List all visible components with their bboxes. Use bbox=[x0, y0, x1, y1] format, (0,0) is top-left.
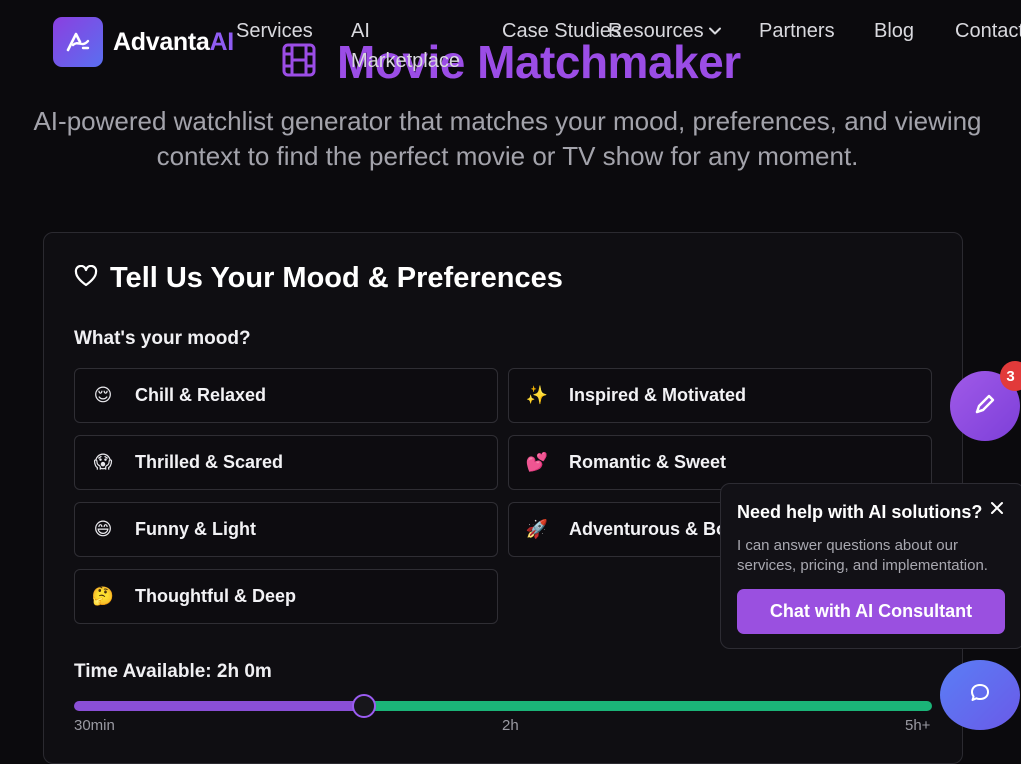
mood-label: What's your mood? bbox=[74, 328, 251, 349]
mood-option-label: Chill & Relaxed bbox=[135, 385, 267, 405]
page-subtitle: AI-powered watchlist generator that matc… bbox=[33, 106, 982, 171]
relieved-face-icon: 😌 bbox=[93, 385, 113, 405]
grinning-face-icon: 😄 bbox=[93, 519, 113, 539]
heart-icon bbox=[74, 262, 98, 295]
mood-option-inspired[interactable]: ✨ Inspired & Motivated bbox=[508, 368, 932, 423]
pencil-icon bbox=[972, 391, 998, 422]
two-hearts-icon: 💕 bbox=[525, 452, 549, 472]
mood-option-chill[interactable]: 😌 Chill & Relaxed bbox=[74, 368, 498, 423]
rocket-icon: 🚀 bbox=[525, 519, 549, 539]
mood-option-thrilled[interactable]: 😱 Thrilled & Scared bbox=[74, 435, 498, 490]
chat-help-popup: Need help with AI solutions? I can answe… bbox=[720, 483, 1021, 649]
nav-blog[interactable]: Blog bbox=[874, 16, 914, 46]
nav-case-studies[interactable]: Case Studies bbox=[502, 16, 622, 46]
time-slider-thumb[interactable] bbox=[352, 694, 376, 718]
sparkles-icon: ✨ bbox=[525, 385, 549, 405]
close-icon[interactable] bbox=[987, 498, 1007, 518]
time-slider-max-label: 5h+ bbox=[905, 717, 931, 734]
nav-partners[interactable]: Partners bbox=[759, 16, 835, 46]
mood-option-label: Funny & Light bbox=[135, 519, 256, 539]
preferences-title: Tell Us Your Mood & Preferences bbox=[74, 262, 563, 295]
chat-popup-body: I can answer questions about our service… bbox=[737, 537, 988, 574]
time-slider-min-label: 30min bbox=[74, 717, 115, 734]
mood-option-label: Thrilled & Scared bbox=[135, 452, 284, 472]
time-slider-mid-label: 2h bbox=[502, 717, 519, 734]
chat-bubble-icon bbox=[968, 681, 992, 710]
mood-option-romantic[interactable]: 💕 Romantic & Sweet bbox=[508, 435, 932, 490]
nav-ai-marketplace[interactable]: AI Marketplace bbox=[351, 16, 471, 76]
mood-option-label: Inspired & Motivated bbox=[569, 385, 747, 405]
thinking-face-icon: 🤔 bbox=[91, 586, 115, 606]
nav-services[interactable]: Services bbox=[236, 16, 313, 46]
mood-option-thoughtful[interactable]: 🤔 Thoughtful & Deep bbox=[74, 569, 498, 624]
preferences-title-text: Tell Us Your Mood & Preferences bbox=[110, 262, 563, 294]
time-available-label: Time Available: 2h 0m bbox=[74, 661, 272, 682]
chat-fab-button[interactable] bbox=[940, 660, 1020, 730]
nav-contact[interactable]: Contact bbox=[955, 16, 1021, 46]
mood-option-label: Thoughtful & Deep bbox=[135, 586, 296, 606]
chat-popup-title: Need help with AI solutions? bbox=[737, 502, 983, 522]
nav-resources-label: Resources bbox=[608, 20, 704, 42]
time-slider-track-remaining[interactable] bbox=[364, 701, 932, 711]
scared-face-icon: 😱 bbox=[93, 452, 113, 472]
mood-option-label: Adventurous & Bold bbox=[569, 519, 743, 539]
time-slider-track-filled[interactable] bbox=[74, 701, 364, 711]
chat-with-consultant-button[interactable]: Chat with AI Consultant bbox=[737, 589, 1005, 634]
mood-option-label: Romantic & Sweet bbox=[569, 452, 727, 472]
mood-option-funny[interactable]: 😄 Funny & Light bbox=[74, 502, 498, 557]
chevron-down-icon bbox=[708, 17, 722, 47]
nav-resources[interactable]: Resources bbox=[608, 16, 722, 47]
main-nav: Services AI Marketplace Case Studies Res… bbox=[0, 16, 1021, 76]
